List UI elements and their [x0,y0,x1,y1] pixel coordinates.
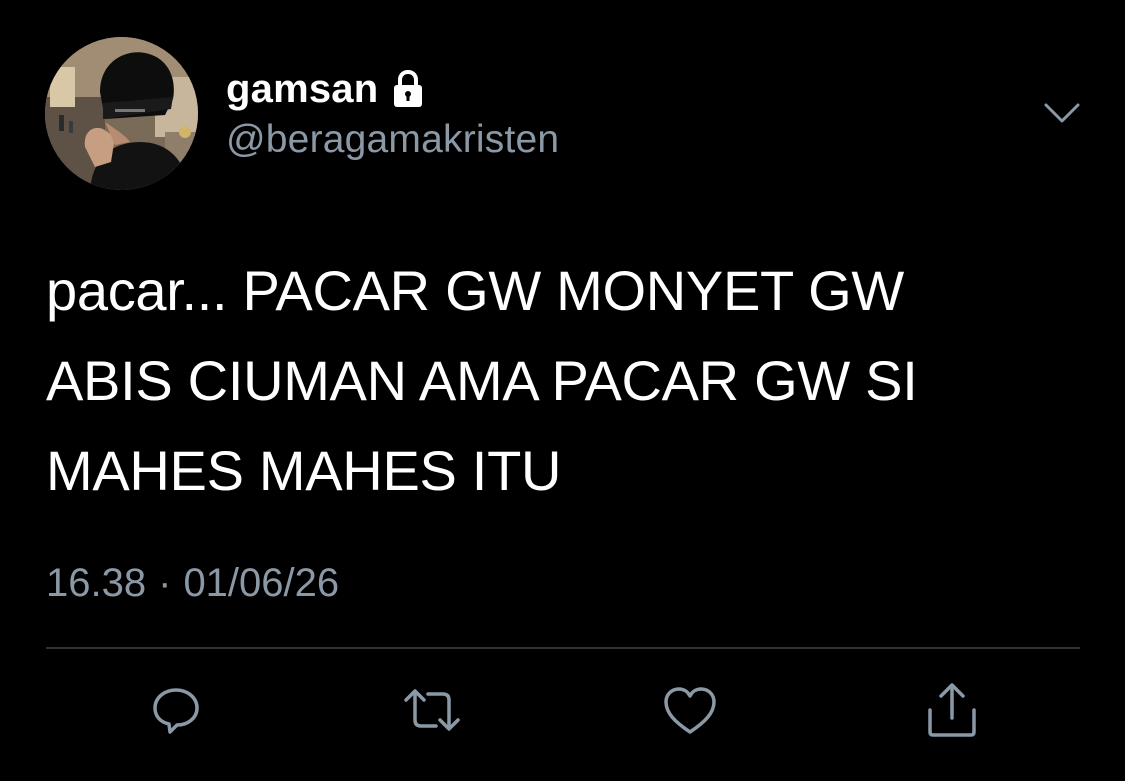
timestamp: 16.38 · 01/06/26 [46,561,339,606]
tweet-text-line: pacar... PACAR GW MONYET GW [46,259,904,322]
chevron-down-icon[interactable] [1040,95,1084,131]
tweet-text: pacar... PACAR GW MONYET GW ABIS CIUMAN … [46,246,1086,516]
tweet-time: 16.38 [46,561,147,605]
tweet-card: gamsan @beragamakristen pacar... PACAR G… [0,0,1125,781]
display-name[interactable]: gamsan [226,67,378,112]
action-bar [0,680,1125,740]
name-row: gamsan [226,64,424,114]
lock-icon [392,69,424,109]
retweet-button[interactable] [402,680,462,740]
reply-button[interactable] [146,680,206,740]
retweet-icon [404,689,460,731]
like-button[interactable] [660,680,720,740]
reply-icon [153,688,199,734]
heart-icon [664,687,716,734]
avatar-photo-icon [45,37,198,190]
share-button[interactable] [922,680,982,740]
timestamp-separator: · [158,561,172,605]
tweet-text-line: MAHES MAHES ITU [46,439,562,502]
share-icon [928,683,976,737]
tweet-date: 01/06/26 [183,561,340,605]
avatar[interactable] [45,37,198,190]
divider [46,647,1080,649]
tweet-text-line: ABIS CIUMAN AMA PACAR GW SI [46,349,918,412]
user-handle[interactable]: @beragamakristen [226,118,559,162]
